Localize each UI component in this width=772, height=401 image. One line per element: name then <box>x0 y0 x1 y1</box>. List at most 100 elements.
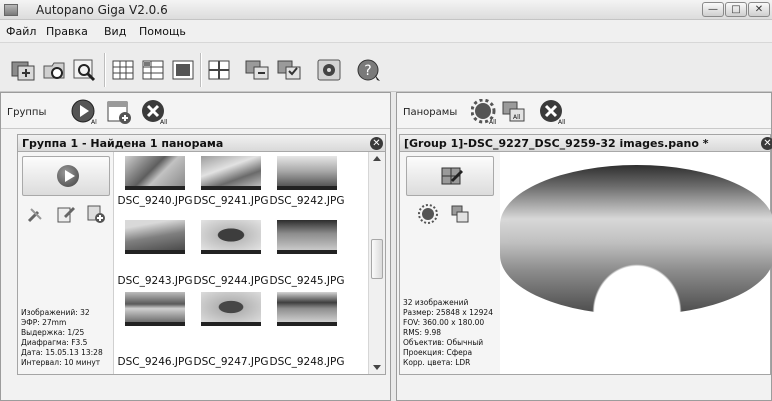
panorama-controls: 32 изображений Размер: 25848 x 12924 FOV… <box>400 152 500 374</box>
pano-info-lens: Объектив: Обычный <box>403 338 484 347</box>
image-view-icon[interactable] <box>170 58 196 82</box>
layout-icon[interactable] <box>206 58 232 82</box>
thumbnail-scrollbar[interactable] <box>368 152 385 374</box>
group-info-focal: ЭФР: 27mm <box>21 318 67 327</box>
panoramas-label: Панорамы <box>403 107 458 118</box>
batch-export-icon[interactable] <box>276 58 302 82</box>
menu-view[interactable]: Вид <box>104 25 126 38</box>
panorama-title-bar: [Group 1]-DSC_9227_DSC_9259-32 images.pa… <box>400 135 772 152</box>
panorama-preview[interactable] <box>500 165 772 315</box>
thumbnail-item[interactable]: DSC_9246.JPG <box>117 272 193 368</box>
svg-text:?: ? <box>364 63 371 79</box>
pano-info-size: Размер: 25848 x 12924 <box>403 308 493 317</box>
group-info-images: Изображений: 32 <box>21 308 90 317</box>
pano-info-images: 32 изображений <box>403 298 469 307</box>
export-all-icon[interactable]: All <box>501 99 527 125</box>
group-title: Группа 1 - Найдена 1 панорама <box>22 137 224 150</box>
render-icon[interactable] <box>418 204 438 224</box>
svg-text:All: All <box>160 119 167 125</box>
thumbnail-item[interactable]: DSC_9243.JPG <box>117 212 193 287</box>
group-info-interval: Интервал: 10 минут <box>21 358 101 367</box>
thumbnail-image <box>201 220 261 254</box>
window-controls: — □ ✕ <box>702 2 770 17</box>
thumbnail-image <box>277 292 337 326</box>
thumbnail-image <box>201 156 261 190</box>
thumbnail-item[interactable]: DSC_9245.JPG <box>269 212 345 287</box>
thumbnail-label: DSC_9241.JPG <box>193 195 269 207</box>
group-info-date: Дата: 15.05.13 13:28 <box>21 348 103 357</box>
thumbnail-label: DSC_9242.JPG <box>269 195 345 207</box>
close-group-icon[interactable]: ✕ <box>370 137 383 150</box>
panorama-card: [Group 1]-DSC_9227_DSC_9259-32 images.pa… <box>399 134 772 375</box>
thumbnail-item[interactable]: DSC_9240.JPG <box>117 152 193 212</box>
svg-text:All: All <box>489 119 497 125</box>
toolbar-separator <box>104 53 106 87</box>
app-icon <box>4 4 18 16</box>
import-icon[interactable] <box>10 58 36 82</box>
thumbnail-item[interactable]: DSC_9244.JPG <box>193 212 269 287</box>
help-icon[interactable]: ? <box>356 58 382 82</box>
thumbnail-label: DSC_9246.JPG <box>117 356 193 368</box>
scroll-up-arrow[interactable] <box>373 156 381 161</box>
export-icon[interactable] <box>244 58 270 82</box>
edit-panorama-button[interactable] <box>406 156 494 196</box>
close-all-icon[interactable]: All <box>141 99 167 125</box>
close-all-panoramas-icon[interactable]: All <box>539 99 565 125</box>
groups-panel: Группы All All Группа 1 - Найдена 1 пано… <box>0 92 391 401</box>
render-all-icon[interactable]: All <box>471 99 497 125</box>
svg-text:All: All <box>558 119 565 125</box>
pano-info-fov: FOV: 360.00 x 180.00 <box>403 318 485 327</box>
scroll-thumb[interactable] <box>371 239 383 279</box>
close-button[interactable]: ✕ <box>748 2 770 17</box>
toolbar: ? <box>0 42 772 92</box>
menu-bar: Файл Правка Вид Помощь <box>0 20 772 42</box>
play-all-icon[interactable]: All <box>71 99 97 125</box>
menu-file[interactable]: Файл <box>6 25 36 38</box>
minimize-button[interactable]: — <box>702 2 724 17</box>
group-title-bar: Группа 1 - Найдена 1 панорама ✕ <box>18 135 385 152</box>
group-card: Группа 1 - Найдена 1 панорама ✕ Изображе <box>17 134 386 375</box>
play-arrow <box>65 170 75 182</box>
new-group-icon[interactable] <box>106 99 132 125</box>
group-info-exposure: Выдержка: 1/25 <box>21 328 85 337</box>
group-controls: Изображений: 32 ЭФР: 27mm Выдержка: 1/25… <box>18 152 114 374</box>
menu-edit[interactable]: Правка <box>46 25 88 38</box>
thumbnail-item[interactable]: DSC_9247.JPG <box>193 272 269 368</box>
add-images-icon[interactable] <box>86 204 106 224</box>
thumbnail-image <box>277 156 337 190</box>
thumbnail-label: DSC_9240.JPG <box>117 195 193 207</box>
svg-text:All: All <box>91 119 97 125</box>
thumbnail-label: DSC_9247.JPG <box>193 356 269 368</box>
toolbar-separator <box>200 53 202 87</box>
settings-icon[interactable] <box>316 58 342 82</box>
thumbnail-image <box>125 292 185 326</box>
thumbnail-grid: DSC_9240.JPG DSC_9241.JPG DSC_9242.JPG D… <box>115 152 381 374</box>
close-panorama-icon[interactable]: ✕ <box>761 137 772 150</box>
export-panorama-icon[interactable] <box>450 204 470 224</box>
window-title: Autopano Giga V2.0.6 <box>36 3 168 17</box>
menu-help[interactable]: Помощь <box>139 25 186 38</box>
thumbnail-image <box>201 292 261 326</box>
panoramas-panel-header: Панорамы All All All <box>397 93 771 129</box>
search-icon[interactable] <box>72 58 98 82</box>
grid-view-icon[interactable] <box>110 58 136 82</box>
list-view-icon[interactable] <box>140 58 166 82</box>
maximize-button[interactable]: □ <box>725 2 747 17</box>
render-group-button[interactable] <box>22 156 110 196</box>
pano-info-rms: RMS: 9.98 <box>403 328 442 337</box>
thumbnail-image <box>125 220 185 254</box>
tools-icon[interactable] <box>26 204 46 224</box>
edit-group-icon[interactable] <box>56 204 76 224</box>
thumbnail-item[interactable]: DSC_9248.JPG <box>269 272 345 368</box>
svg-text:All: All <box>513 114 521 121</box>
title-bar: Autopano Giga V2.0.6 — □ ✕ <box>0 0 772 20</box>
panorama-edit-icon <box>441 167 463 185</box>
thumbnail-item[interactable]: DSC_9241.JPG <box>193 152 269 212</box>
groups-panel-header: Группы All All <box>1 93 390 129</box>
pano-info-color: Корр. цвета: LDR <box>403 358 471 367</box>
thumbnail-image <box>125 156 185 190</box>
scroll-down-arrow[interactable] <box>373 365 381 370</box>
thumbnail-item[interactable]: DSC_9242.JPG <box>269 152 345 212</box>
open-folder-icon[interactable] <box>42 58 68 82</box>
pano-info-projection: Проекция: Сфера <box>403 348 473 357</box>
